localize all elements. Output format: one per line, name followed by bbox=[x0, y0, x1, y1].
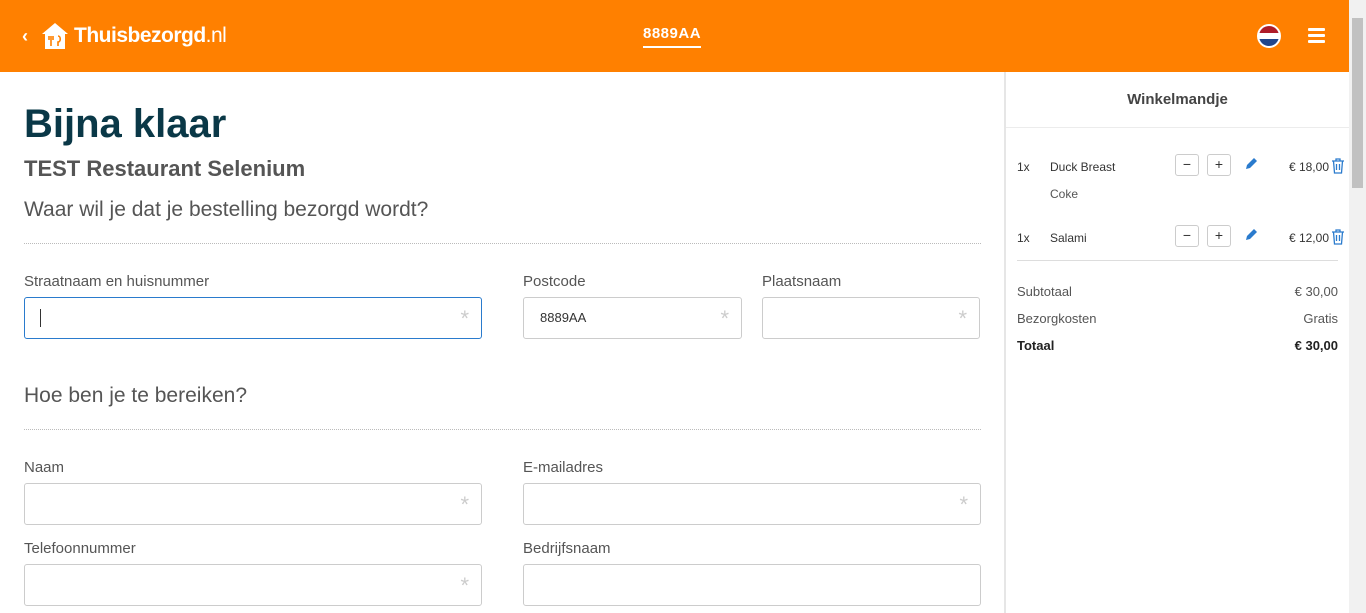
total-label: Totaal bbox=[1017, 338, 1055, 353]
increase-quantity-button[interactable]: + bbox=[1207, 154, 1231, 176]
company-input[interactable] bbox=[523, 564, 981, 606]
divider bbox=[24, 429, 981, 430]
text-caret bbox=[40, 309, 41, 327]
page-scrollbar[interactable] bbox=[1349, 0, 1366, 613]
scrollbar-thumb[interactable] bbox=[1352, 18, 1363, 188]
item-quantity: 1x bbox=[1017, 231, 1030, 245]
hamburger-menu-icon[interactable] bbox=[1308, 28, 1325, 46]
item-quantity: 1x bbox=[1017, 160, 1030, 174]
restaurant-name: TEST Restaurant Selenium bbox=[24, 156, 306, 181]
cart-divider bbox=[1017, 260, 1338, 261]
postcode-link[interactable]: 8889AA bbox=[643, 25, 702, 48]
company-label: Bedrijfsnaam bbox=[523, 540, 611, 557]
house-logo-icon bbox=[42, 23, 68, 49]
phone-input[interactable]: * bbox=[24, 564, 482, 606]
city-input[interactable]: * bbox=[762, 297, 980, 339]
required-icon: * bbox=[460, 492, 469, 517]
delivery-cost-value: Gratis bbox=[1303, 311, 1338, 326]
netherlands-flag-icon[interactable] bbox=[1257, 24, 1281, 48]
total-value: € 30,00 bbox=[1294, 338, 1338, 353]
checkout-form-area: Bijna klaar TEST Restaurant Selenium Waa… bbox=[0, 72, 1004, 613]
required-icon: * bbox=[958, 306, 967, 331]
contact-section-heading: Hoe ben je te bereiken? bbox=[24, 384, 247, 407]
subtotal-row: Subtotaal € 30,00 bbox=[1017, 284, 1338, 299]
increase-quantity-button[interactable]: + bbox=[1207, 225, 1231, 247]
top-header: ‹ Thuisbezorgd .nl 8889AA bbox=[0, 0, 1349, 72]
page-title: Bijna klaar bbox=[24, 102, 227, 146]
trash-icon[interactable] bbox=[1331, 229, 1345, 245]
item-name: Duck Breast bbox=[1050, 160, 1116, 174]
total-row: Totaal € 30,00 bbox=[1017, 338, 1338, 353]
cart-title: Winkelmandje bbox=[1006, 72, 1349, 128]
phone-label: Telefoonnummer bbox=[24, 540, 136, 557]
street-input[interactable]: * bbox=[24, 297, 482, 339]
postcode-label: Postcode bbox=[523, 273, 586, 290]
subtotal-value: € 30,00 bbox=[1294, 284, 1338, 299]
postcode-value: 8889AA bbox=[540, 310, 587, 325]
required-icon: * bbox=[720, 306, 729, 331]
decrease-quantity-button[interactable]: − bbox=[1175, 225, 1199, 247]
subtotal-label: Subtotaal bbox=[1017, 284, 1072, 299]
logo[interactable]: Thuisbezorgd .nl bbox=[40, 20, 227, 52]
name-input[interactable]: * bbox=[24, 483, 482, 525]
item-price: € 12,00 bbox=[1288, 231, 1329, 245]
required-icon: * bbox=[959, 492, 968, 517]
street-label: Straatnaam en huisnummer bbox=[24, 273, 210, 290]
delivery-cost-row: Bezorgkosten Gratis bbox=[1017, 311, 1338, 326]
pencil-edit-icon[interactable] bbox=[1243, 156, 1259, 172]
item-price: € 18,00 bbox=[1288, 160, 1329, 174]
decrease-quantity-button[interactable]: − bbox=[1175, 154, 1199, 176]
delivery-section-heading: Waar wil je dat je bestelling bezorgd wo… bbox=[24, 198, 429, 221]
delivery-cost-label: Bezorgkosten bbox=[1017, 311, 1097, 326]
item-option: Coke bbox=[1050, 187, 1079, 201]
logo-text: Thuisbezorgd bbox=[74, 24, 206, 47]
postcode-input[interactable]: 8889AA * bbox=[523, 297, 742, 339]
email-input[interactable]: * bbox=[523, 483, 981, 525]
trash-icon[interactable] bbox=[1331, 158, 1345, 174]
city-label: Plaatsnaam bbox=[762, 273, 842, 290]
chevron-left-icon[interactable]: ‹ bbox=[22, 26, 36, 46]
divider bbox=[24, 243, 981, 244]
shopping-cart-panel: Winkelmandje 1x Duck Breast Coke − + € 1… bbox=[1004, 72, 1349, 613]
required-icon: * bbox=[460, 306, 469, 331]
pencil-edit-icon[interactable] bbox=[1243, 227, 1259, 243]
email-label: E-mailadres bbox=[523, 459, 604, 476]
name-label: Naam bbox=[24, 459, 65, 476]
item-name: Salami bbox=[1050, 231, 1087, 245]
logo-tld: .nl bbox=[205, 24, 227, 47]
required-icon: * bbox=[460, 573, 469, 598]
